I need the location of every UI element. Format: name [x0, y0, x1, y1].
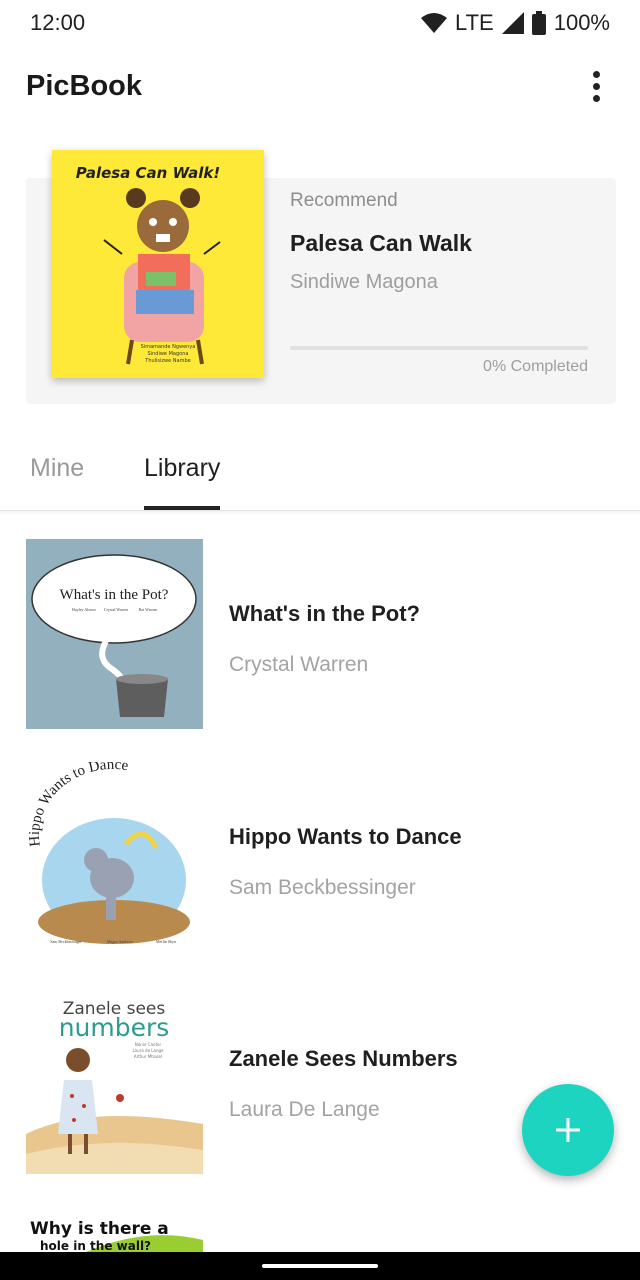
- recommend-title: Palesa Can Walk: [290, 230, 472, 256]
- status-bar: 12:00 LTE 100%: [0, 0, 640, 46]
- cover-title-bottom: numbers: [59, 1013, 170, 1042]
- book-meta: Hippo Wants to Dance Sam Beckbessinger: [229, 824, 462, 900]
- book-meta: Zanele Sees Numbers Laura De Lange: [229, 1046, 458, 1122]
- cover-title-top: Why is there a: [30, 1219, 169, 1239]
- battery-percent: 100%: [553, 10, 610, 35]
- book-list-item[interactable]: What's in the Pot? Hayley Alonso Crystal…: [26, 539, 616, 729]
- add-book-button[interactable]: [522, 1084, 614, 1176]
- book-cover: What's in the Pot? Hayley Alonso Crystal…: [26, 539, 203, 729]
- app-bar: PicBook: [0, 56, 640, 116]
- cover-credit: Merlin Sbyn: [156, 939, 176, 944]
- book-cover: Why is there a hole in the wall?: [26, 1206, 203, 1252]
- app-title: PicBook: [26, 69, 143, 102]
- book-cover: Hippo Wants to Dance Sam Beckbessinger M…: [26, 762, 203, 952]
- more-vert-icon-dot: [592, 82, 600, 90]
- system-nav-bar: [0, 1252, 640, 1280]
- recommend-book-cover[interactable]: Palesa Can Walk! Simamande Ngwenya Sindi…: [52, 150, 264, 378]
- recommend-cover-credit: Simamande Ngwenya: [141, 344, 196, 350]
- book-author: Sam Beckbessinger: [229, 876, 416, 899]
- book-meta: What's in the Pot? Crystal Warren: [229, 601, 420, 677]
- book-list-item[interactable]: Hippo Wants to Dance Sam Beckbessinger M…: [26, 762, 616, 952]
- cover-title: What's in the Pot?: [60, 587, 169, 603]
- cover-credit: Crystal Warren: [104, 607, 128, 612]
- book-title: What's in the Pot?: [229, 601, 420, 626]
- network-type: LTE: [455, 10, 494, 35]
- reading-progress-bar: [290, 346, 588, 350]
- status-icons: LTE 100%: [421, 10, 610, 36]
- cover-credit: Nonie Cantor: [135, 1042, 162, 1047]
- more-vert-icon-dot: [592, 94, 600, 102]
- status-time: 12:00: [30, 10, 86, 35]
- cover-credit: Sam Beckbessinger: [50, 939, 82, 944]
- recommend-cover-credit: Sindiwe Magona: [148, 351, 189, 357]
- home-gesture-handle[interactable]: [262, 1264, 378, 1268]
- tab-library[interactable]: Library: [144, 454, 221, 510]
- wifi-icon: [421, 13, 447, 33]
- more-options-button[interactable]: [578, 62, 614, 110]
- book-list-item[interactable]: Why is there a hole in the wall?: [26, 1206, 616, 1252]
- recommend-info: Recommend Palesa Can Walk Sindiwe Magona: [290, 190, 588, 294]
- recommend-cover-credit: Thulisizwe Nambe: [144, 358, 190, 364]
- book-title: Hippo Wants to Dance: [229, 824, 462, 849]
- battery-icon: [531, 11, 546, 35]
- cover-credit: Hayley Alonso: [72, 607, 96, 612]
- book-author: Laura De Lange: [229, 1098, 380, 1121]
- cover-credit: Laura de Lange: [132, 1048, 164, 1053]
- cell-signal-icon: [501, 12, 524, 34]
- progress-label: 0% Completed: [483, 358, 588, 375]
- plus-icon: [556, 1118, 580, 1142]
- cover-credit: Magus Andrews: [107, 939, 134, 944]
- cover-title-bottom: hole in the wall?: [40, 1239, 151, 1252]
- book-author: Crystal Warren: [229, 653, 369, 676]
- tab-bar: Mine Library: [0, 440, 640, 511]
- tab-mine[interactable]: Mine: [30, 454, 84, 510]
- recommend-label: Recommend: [290, 190, 398, 211]
- cover-credit: Rai Wnorm: [139, 607, 159, 612]
- recommend-author: Sindiwe Magona: [290, 271, 438, 293]
- cover-credit: Arthur Mtsulel: [134, 1054, 162, 1059]
- book-title: Zanele Sees Numbers: [229, 1046, 458, 1071]
- recommend-cover-title: Palesa Can Walk!: [76, 164, 220, 182]
- more-vert-icon: [592, 70, 600, 78]
- book-cover: Zanele sees numbers Nonie Cantor Laura d…: [26, 984, 203, 1174]
